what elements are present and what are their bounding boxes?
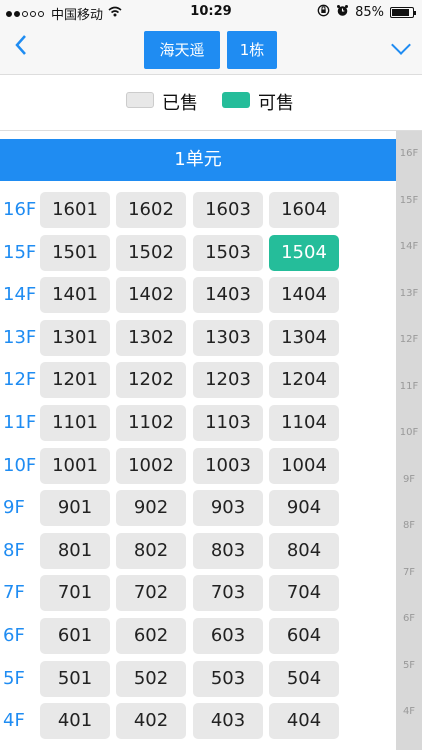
room-cell[interactable]: 1502 [116, 234, 186, 271]
room-cell[interactable]: 503 [193, 660, 263, 697]
nav-bar: 海天遥 1栋 [0, 24, 422, 75]
room-cell[interactable]: 603 [193, 618, 263, 654]
room-cell[interactable]: 704 [269, 575, 339, 612]
room-cell[interactable]: 1404 [269, 277, 339, 314]
room-cell[interactable]: 902 [116, 490, 186, 527]
floor-label: 4F [3, 710, 25, 732]
available-label: 可售 [258, 93, 294, 114]
room-cell[interactable]: 1203 [193, 362, 263, 399]
floor-index-sidebar[interactable]: 16F 15F 14F 13F 12F 11F 10F 9F 8F 7F 6F 5F 4F [396, 131, 422, 750]
room-cell[interactable]: 801 [40, 532, 110, 569]
room-cell[interactable]: 1204 [269, 362, 339, 399]
room-cell[interactable]: 1604 [269, 192, 339, 228]
room-cell[interactable]: 1004 [269, 447, 339, 484]
side-index-item[interactable]: 8F [396, 520, 422, 531]
room-cell[interactable]: 403 [193, 703, 263, 740]
floor-label: 5F [3, 667, 25, 689]
room-cell[interactable]: 901 [40, 490, 110, 527]
battery-icon [390, 7, 416, 18]
side-index-item[interactable]: 15F [396, 195, 422, 206]
room-cell[interactable]: 1202 [116, 362, 186, 399]
room-cell[interactable]: 1103 [193, 405, 263, 441]
room-cell[interactable]: 703 [193, 575, 263, 612]
back-button[interactable] [14, 34, 28, 61]
room-cell[interactable]: 604 [269, 618, 339, 654]
legend: 已售 可售 [0, 75, 422, 131]
floor-label: 16F [3, 199, 37, 220]
room-cell[interactable]: 1102 [116, 405, 186, 441]
room-cell[interactable]: 402 [116, 703, 186, 740]
floor-label: 14F [3, 284, 37, 306]
room-cell[interactable]: 903 [193, 490, 263, 527]
side-index-item[interactable]: 7F [396, 567, 422, 578]
room-cell[interactable]: 1101 [40, 405, 110, 441]
room-cell[interactable]: 904 [269, 490, 339, 527]
floor-label: 11F [3, 412, 37, 433]
room-cell[interactable]: 1501 [40, 234, 110, 271]
side-index-item[interactable]: 16F [396, 148, 422, 159]
chevron-left-icon [15, 35, 26, 55]
room-cell[interactable]: 602 [116, 618, 186, 654]
alarm-icon [336, 4, 349, 21]
room-cell[interactable]: 1201 [40, 362, 110, 399]
room-cell[interactable]: 1104 [269, 405, 339, 441]
unit-header: 1单元 [0, 139, 396, 181]
side-index-item[interactable]: 4F [396, 706, 422, 717]
room-cell[interactable]: 803 [193, 532, 263, 569]
floor-label: 6F [3, 625, 25, 646]
side-index-item[interactable]: 6F [396, 613, 422, 624]
status-bar: 中国移动 10:29 85% [0, 0, 422, 24]
battery-percent: 85% [355, 5, 384, 20]
side-index-item[interactable]: 10F [396, 427, 422, 438]
room-cell[interactable]: 1304 [269, 319, 339, 356]
floor-label: 13F [3, 326, 37, 348]
room-cell[interactable]: 1003 [193, 447, 263, 484]
room-cell[interactable]: 702 [116, 575, 186, 612]
room-cell[interactable]: 504 [269, 660, 339, 697]
floor-label: 15F [3, 241, 37, 263]
chevron-down-icon[interactable] [391, 35, 411, 55]
room-cell[interactable]: 1603 [193, 192, 263, 228]
side-index-item[interactable]: 12F [396, 334, 422, 345]
project-button[interactable]: 海天遥 [144, 31, 220, 69]
floor-label: 12F [3, 369, 37, 391]
floor-label: 7F [3, 582, 25, 604]
room-cell[interactable]: 802 [116, 532, 186, 569]
room-cell[interactable]: 401 [40, 703, 110, 740]
room-cell[interactable]: 1301 [40, 319, 110, 356]
sold-swatch [126, 92, 154, 108]
room-cell[interactable]: 404 [269, 703, 339, 740]
side-index-item[interactable]: 5F [396, 660, 422, 671]
room-cell[interactable]: 501 [40, 660, 110, 697]
sold-label: 已售 [162, 93, 198, 114]
room-cell[interactable]: 1303 [193, 319, 263, 356]
status-right: 85% [317, 4, 416, 21]
room-cell[interactable]: 1302 [116, 319, 186, 356]
building-button[interactable]: 1栋 [227, 31, 277, 69]
room-cell[interactable]: 1002 [116, 447, 186, 484]
room-cell[interactable]: 1401 [40, 277, 110, 314]
side-index-item[interactable]: 9F [396, 474, 422, 485]
rotation-lock-icon [317, 4, 330, 21]
room-cell[interactable]: 502 [116, 660, 186, 697]
room-cell[interactable]: 1402 [116, 277, 186, 314]
side-index-item[interactable]: 14F [396, 241, 422, 252]
floor-label: 9F [3, 497, 25, 519]
available-swatch [222, 92, 250, 108]
room-cell[interactable]: 601 [40, 618, 110, 654]
side-index-item[interactable]: 11F [396, 381, 422, 392]
side-index-item[interactable]: 13F [396, 288, 422, 299]
room-cell[interactable]: 1602 [116, 192, 186, 228]
room-cell[interactable]: 1403 [193, 277, 263, 314]
room-cell[interactable]: 804 [269, 532, 339, 569]
floor-label: 10F [3, 454, 37, 476]
room-cell[interactable]: 701 [40, 575, 110, 612]
room-cell[interactable]: 1001 [40, 447, 110, 484]
room-cell[interactable]: 1504 [269, 234, 339, 271]
room-cell[interactable]: 1503 [193, 234, 263, 271]
room-cell[interactable]: 1601 [40, 192, 110, 228]
floor-label: 8F [3, 539, 25, 561]
